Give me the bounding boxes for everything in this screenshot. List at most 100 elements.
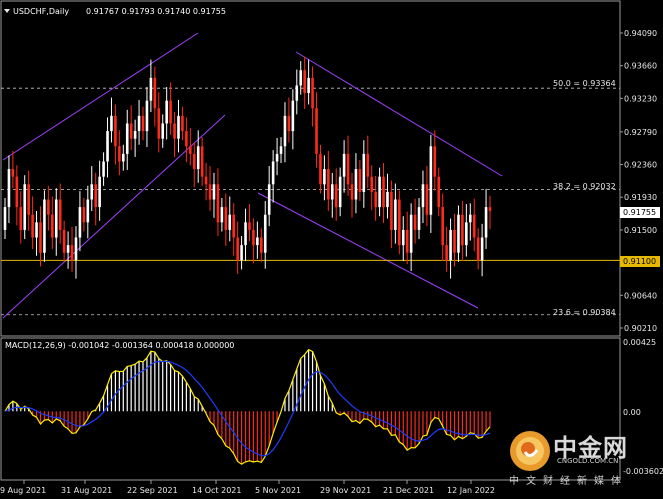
- date-tick-label: 5 Nov 2021: [255, 486, 301, 495]
- candle-body: [421, 184, 425, 208]
- candle-body: [405, 229, 409, 253]
- candle-body: [291, 100, 295, 132]
- candle-body: [252, 229, 255, 246]
- candle-body: [114, 115, 117, 147]
- candle-body: [43, 199, 46, 253]
- candle-body: [263, 214, 267, 253]
- candle-body: [11, 169, 15, 177]
- candle-body: [86, 199, 90, 223]
- fib-38-label: 38.2 = 0.92032: [553, 182, 616, 191]
- candle-body: [169, 100, 172, 124]
- candle-body: [358, 169, 362, 192]
- candle-body: [94, 184, 97, 208]
- candle-body: [39, 222, 42, 253]
- candle-body: [66, 245, 70, 253]
- candle-body: [374, 191, 377, 208]
- candle-body: [212, 184, 216, 200]
- candle-body: [82, 207, 86, 223]
- candle-body: [315, 108, 318, 154]
- macd-label: MACD(12,26,9) -0.001042 -0.001364 0.0004…: [5, 341, 234, 350]
- support-price-label: 0.91100: [623, 257, 656, 266]
- candle-body: [378, 176, 381, 208]
- candle-body: [330, 184, 334, 200]
- price-tick-label: 0.92790: [624, 128, 657, 137]
- fib-23-label: 23.6 = 0.90384: [553, 308, 616, 317]
- candle-body: [224, 207, 228, 230]
- date-tick-label: 14 Oct 2021: [192, 486, 241, 495]
- candle-body: [441, 207, 444, 246]
- candle-body: [299, 70, 303, 86]
- candle-body: [437, 176, 441, 208]
- candle-body: [204, 176, 208, 185]
- candle-body: [51, 214, 54, 238]
- candle-body: [121, 153, 125, 162]
- candle-body: [110, 115, 113, 132]
- candle-body: [137, 115, 141, 132]
- candle-body: [200, 146, 204, 177]
- date-tick-label: 22 Sep 2021: [127, 486, 178, 495]
- channel-line[interactable]: [257, 192, 479, 309]
- fib-50-label: 50.0 = 0.93364: [553, 79, 616, 88]
- main-panel-frame: [0, 0, 621, 337]
- candle-body: [484, 207, 488, 238]
- candle-body: [350, 184, 354, 200]
- candle-body: [271, 161, 275, 185]
- candle-body: [47, 199, 50, 215]
- price-tick-label: 0.94090: [624, 29, 657, 38]
- candle-body: [267, 184, 271, 215]
- candle-body: [319, 153, 322, 185]
- chart-window[interactable]: USDCHF,Daily 0.91767 0.91793 0.91740 0.9…: [0, 0, 663, 499]
- channel-line[interactable]: [2, 32, 199, 161]
- candle-body: [232, 214, 235, 238]
- candle-body: [145, 100, 149, 132]
- candle-body: [15, 176, 19, 208]
- macd-scale-top: 0.00425: [623, 338, 656, 347]
- candle-body: [468, 214, 472, 223]
- candle-body: [398, 199, 401, 246]
- candle-body: [409, 214, 413, 253]
- candle-body: [445, 245, 448, 261]
- candle-body: [390, 191, 393, 230]
- candle-body: [23, 184, 27, 230]
- date-tick-label: 21 Dec 2021: [383, 486, 434, 495]
- candle-body: [149, 77, 153, 101]
- candle-body: [287, 115, 291, 132]
- candle-body: [236, 237, 239, 261]
- candle-body: [157, 108, 161, 139]
- candle-body: [476, 237, 480, 261]
- candle-body: [216, 184, 220, 223]
- candle-body: [311, 77, 314, 109]
- date-tick-label: 29 Nov 2021: [320, 486, 371, 495]
- candle-body: [256, 237, 259, 246]
- candle-body: [62, 229, 66, 253]
- candle-body: [133, 131, 137, 139]
- candle-body: [165, 100, 168, 124]
- triangle-down-icon[interactable]: [4, 9, 10, 13]
- candle-body: [153, 77, 157, 109]
- current-price-label: 0.91755: [623, 208, 656, 217]
- candle-body: [196, 146, 200, 170]
- candle-body: [220, 207, 224, 223]
- candle-body: [189, 146, 192, 154]
- candle-body: [472, 214, 476, 238]
- candle-body: [102, 161, 105, 177]
- price-tick-label: 0.93230: [624, 94, 657, 103]
- candle-body: [453, 229, 456, 253]
- candle-body: [192, 153, 196, 170]
- candle-body: [141, 115, 145, 132]
- candle-body: [433, 146, 437, 177]
- candle-body: [480, 237, 484, 261]
- candle-body: [307, 77, 310, 94]
- cngold-logo-icon: [510, 431, 550, 471]
- candle-body: [70, 245, 74, 261]
- candle-body: [323, 169, 326, 185]
- macd-scale-zero: 0.00: [623, 408, 641, 417]
- price-tick-label: 0.90640: [624, 291, 657, 300]
- candle-body: [228, 214, 232, 230]
- channel-line[interactable]: [295, 51, 503, 177]
- candle-body: [240, 245, 243, 261]
- candle-body: [78, 207, 82, 238]
- candle-body: [244, 222, 247, 246]
- candle-body: [366, 153, 370, 177]
- candle-body: [488, 207, 492, 211]
